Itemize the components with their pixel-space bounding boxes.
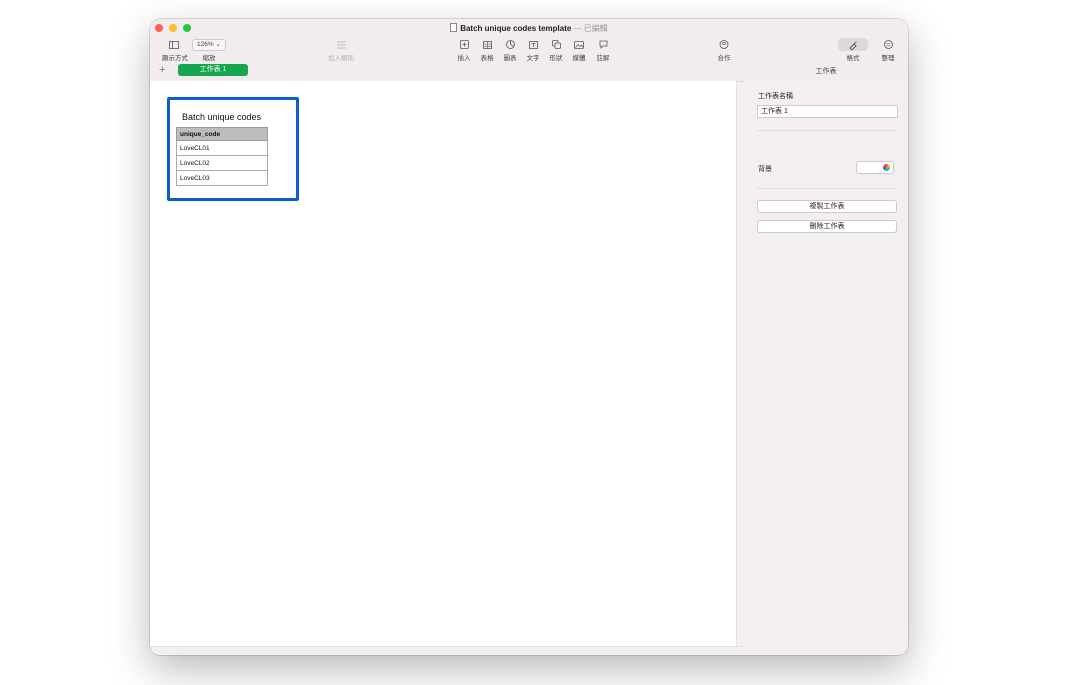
title-separator: — [573, 24, 582, 33]
divider [757, 188, 897, 189]
shape-icon [551, 40, 561, 49]
view-label: 顯示方式 [162, 55, 188, 62]
divider [757, 130, 897, 131]
table-cell[interactable]: LoveCL02 [176, 155, 268, 171]
sheet-name-label: 工作表名稱 [758, 93, 793, 100]
table-button[interactable]: 表格 [477, 38, 497, 62]
sidebar-icon [169, 40, 179, 49]
sheet-canvas[interactable]: Batch unique codes unique_code LoveCL01 … [150, 81, 737, 646]
media-button[interactable]: 媒體 [569, 38, 589, 62]
title-bar: Batch unique codes template — 已編輯 顯示方式 1… [150, 19, 908, 82]
table-row: LoveCL02 [176, 155, 268, 171]
color-wheel-icon [883, 164, 890, 171]
background-color-well[interactable] [856, 161, 894, 174]
insert-button[interactable]: 插入 [454, 38, 474, 62]
background-label: 背景 [758, 166, 772, 173]
table-title[interactable]: Batch unique codes [182, 112, 261, 122]
table-icon [482, 40, 492, 49]
chart-button[interactable]: 圖表 [500, 38, 520, 62]
table-row: LoveCL03 [176, 170, 268, 186]
add-category-label: 加入類別 [328, 55, 354, 62]
sheet-tab-bar: + 工作表 1 [150, 63, 744, 80]
chevron-down-icon: ⌄ [215, 40, 221, 48]
format-brush-icon [849, 40, 857, 50]
organize-icon [883, 40, 893, 49]
insert-label: 插入 [457, 55, 471, 62]
comment-button[interactable]: 註解 [593, 38, 613, 62]
column-header-unique-code[interactable]: unique_code [176, 127, 268, 141]
panel-heading: 工作表 [815, 68, 837, 75]
comment-icon [599, 40, 607, 49]
table-label: 表格 [480, 55, 494, 62]
app-window: Batch unique codes template — 已編輯 顯示方式 1… [150, 19, 908, 655]
zoom-dropdown[interactable]: 126% ⌄ 縮放 [190, 38, 228, 62]
text-icon [528, 40, 538, 49]
table-cell[interactable]: LoveCL03 [176, 170, 268, 186]
zoom-value: 126% [197, 40, 214, 48]
duplicate-sheet-button[interactable]: 複製工作表 [757, 200, 897, 213]
add-sheet-button[interactable]: + [159, 65, 165, 76]
document-name: Batch unique codes template [460, 24, 572, 33]
organize-label: 整理 [881, 55, 895, 62]
table-cell[interactable]: LoveCL01 [176, 140, 268, 156]
sheet-name-input[interactable]: 工作表 1 [757, 105, 898, 118]
text-button[interactable]: 文字 [523, 38, 543, 62]
format-button[interactable]: 格式 [838, 38, 868, 62]
collaborate-icon [719, 40, 729, 49]
media-icon [574, 40, 584, 49]
insert-icon [459, 40, 469, 49]
shape-button[interactable]: 形狀 [546, 38, 566, 62]
zoom-label: 縮放 [202, 55, 216, 62]
edited-status: 已編輯 [583, 24, 608, 33]
comment-label: 註解 [596, 55, 610, 62]
shape-label: 形狀 [549, 55, 563, 62]
list-icon [336, 41, 346, 48]
table-row: LoveCL01 [176, 140, 268, 156]
collaborate-button[interactable]: 合作 [714, 38, 734, 62]
selected-table-object[interactable]: Batch unique codes unique_code LoveCL01 … [167, 97, 299, 201]
document-icon [450, 23, 458, 32]
organize-button[interactable]: 整理 [877, 38, 899, 62]
add-category-button[interactable]: 加入類別 [325, 38, 357, 62]
horizontal-scroll-area[interactable] [150, 646, 744, 655]
delete-sheet-button[interactable]: 刪除工作表 [757, 220, 897, 233]
format-sidebar: 工作表名稱 工作表 1 背景 複製工作表 刪除工作表 [744, 81, 908, 655]
window-title: Batch unique codes template — 已編輯 [150, 23, 908, 34]
media-label: 媒體 [572, 55, 586, 62]
chart-icon [505, 40, 515, 49]
tab-sheet-1[interactable]: 工作表 1 [178, 64, 248, 76]
text-label: 文字 [526, 55, 540, 62]
format-label: 格式 [846, 55, 860, 62]
view-button[interactable]: 顯示方式 [162, 38, 188, 62]
collaborate-label: 合作 [717, 55, 731, 62]
data-table[interactable]: unique_code LoveCL01 LoveCL02 LoveCL03 [176, 127, 268, 186]
chart-label: 圖表 [503, 55, 517, 62]
